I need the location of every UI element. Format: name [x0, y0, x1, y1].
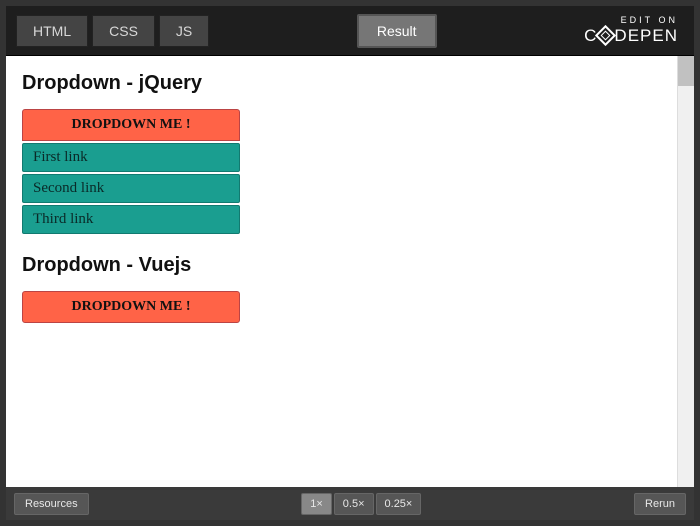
codepen-cube-icon [595, 25, 616, 46]
zoom-controls: 1× 0.5× 0.25× [301, 493, 421, 515]
heading-jquery: Dropdown - jQuery [22, 72, 678, 95]
embed-frame: HTML CSS JS Result EDIT ON CDEPEN Dropdo… [0, 0, 700, 526]
dropdown-jquery: DROPDOWN ME ! First link Second link Thi… [22, 109, 240, 234]
dropdown-vuejs: DROPDOWN ME ! [22, 291, 240, 323]
result-pane: Dropdown - jQuery DROPDOWN ME ! First li… [6, 56, 694, 487]
resources-button[interactable]: Resources [14, 493, 89, 515]
tab-result[interactable]: Result [357, 14, 437, 48]
zoom-0-25x[interactable]: 0.25× [376, 493, 422, 515]
dropdown-item[interactable]: Third link [22, 205, 240, 234]
dropdown-trigger-jquery[interactable]: DROPDOWN ME ! [22, 109, 240, 141]
dropdown-trigger-vuejs[interactable]: DROPDOWN ME ! [22, 291, 240, 323]
dropdown-item[interactable]: Second link [22, 174, 240, 203]
tab-css[interactable]: CSS [92, 15, 155, 47]
zoom-1x[interactable]: 1× [301, 493, 332, 515]
page-content: Dropdown - jQuery DROPDOWN ME ! First li… [6, 56, 694, 359]
codepen-link[interactable]: EDIT ON CDEPEN [584, 15, 684, 46]
heading-vuejs: Dropdown - Vuejs [22, 254, 678, 277]
rerun-button[interactable]: Rerun [634, 493, 686, 515]
tab-js[interactable]: JS [159, 15, 209, 47]
scrollbar-thumb[interactable] [678, 56, 694, 86]
codepen-logo: CDEPEN [584, 26, 678, 46]
dropdown-item[interactable]: First link [22, 143, 240, 172]
top-toolbar: HTML CSS JS Result EDIT ON CDEPEN [6, 6, 694, 56]
zoom-0-5x[interactable]: 0.5× [334, 493, 374, 515]
tab-html[interactable]: HTML [16, 15, 88, 47]
vertical-scrollbar[interactable] [677, 56, 694, 487]
edit-on-label: EDIT ON [584, 15, 678, 25]
bottom-toolbar: Resources 1× 0.5× 0.25× Rerun [6, 487, 694, 520]
